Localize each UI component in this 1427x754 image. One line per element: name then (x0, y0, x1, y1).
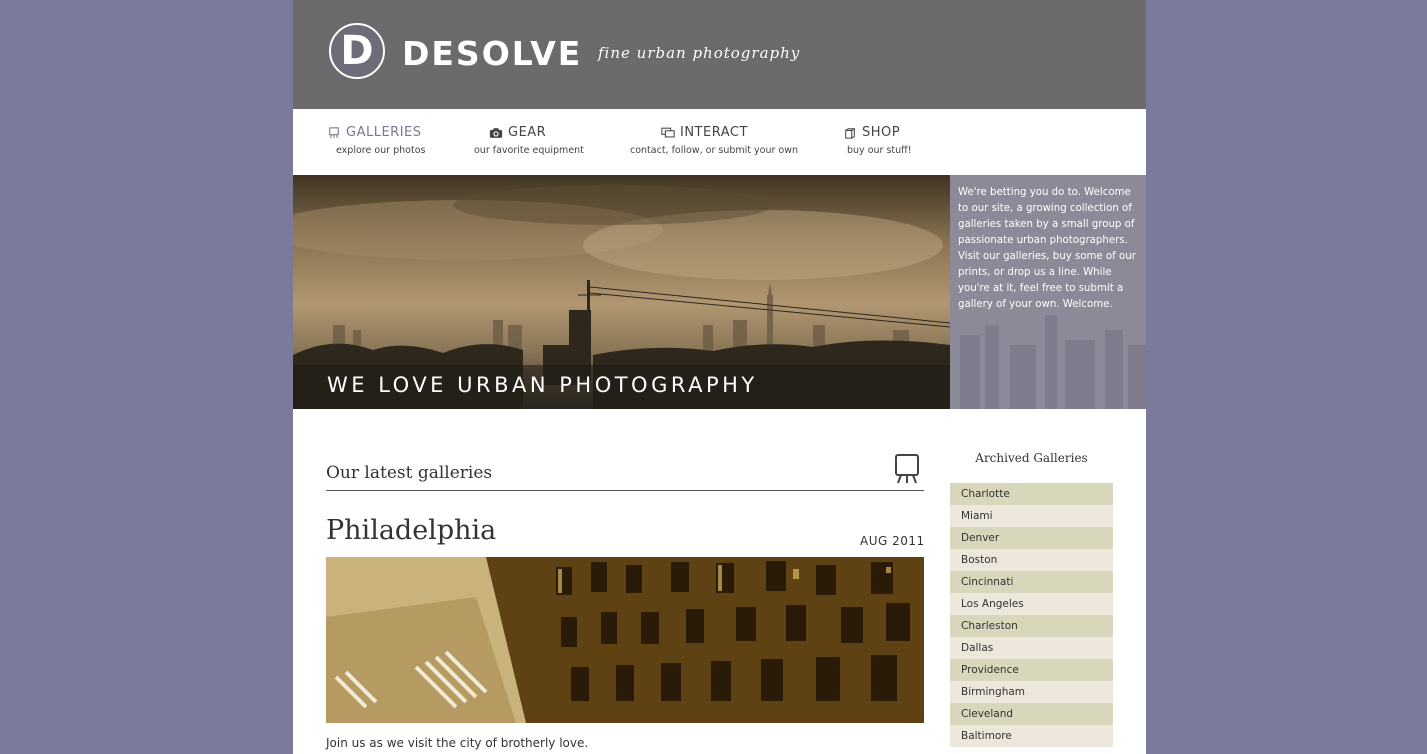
camera-icon (489, 127, 503, 138)
archive-item-miami[interactable]: Miami (950, 505, 1113, 527)
nav-sub-galleries: explore our photos (336, 145, 426, 156)
chat-icon (661, 127, 675, 137)
archive-item-los-angeles[interactable]: Los Angeles (950, 593, 1113, 615)
bag-icon (845, 127, 855, 139)
nav-label-gear: GEAR (508, 125, 547, 140)
logo-letter: D (340, 28, 374, 74)
nav-sub-shop: buy our stuff! (847, 145, 912, 156)
hero-banner: WE LOVE URBAN PHOTOGRAPHY (293, 175, 950, 409)
site-name[interactable]: DESOLVE (402, 34, 582, 74)
archive-item-boston[interactable]: Boston (950, 549, 1113, 571)
site-header: D DESOLVE fine urban photography (293, 0, 1146, 109)
archive-item-baltimore[interactable]: Baltimore (950, 725, 1113, 747)
easel-icon (895, 454, 919, 484)
archive-item-providence[interactable]: Providence (950, 659, 1113, 681)
gallery-photo[interactable] (326, 557, 924, 723)
archive-item-cleveland[interactable]: Cleveland (950, 703, 1113, 725)
nav-item-interact[interactable]: INTERACT contact, follow, or submit your… (630, 125, 798, 156)
latest-galleries-heading: Our latest galleries (326, 463, 493, 483)
archive-item-charlotte[interactable]: Charlotte (950, 483, 1113, 505)
nav-sub-gear: our favorite equipment (474, 145, 584, 156)
main-nav: GALLERIES explore our photos GEAR our fa… (293, 109, 1146, 175)
nav-label-galleries: GALLERIES (346, 125, 422, 140)
nav-item-galleries[interactable]: GALLERIES explore our photos (327, 125, 425, 156)
hero-intro-text: We're betting you do to. Welcome to our … (958, 187, 1136, 310)
archive-item-charleston[interactable]: Charleston (950, 615, 1113, 637)
logo-icon[interactable]: D (329, 23, 385, 79)
nav-item-gear[interactable]: GEAR our favorite equipment (474, 125, 584, 156)
archive-item-birmingham[interactable]: Birmingham (950, 681, 1113, 703)
site-tagline: fine urban photography (598, 44, 801, 62)
hero-title: WE LOVE URBAN PHOTOGRAPHY (327, 373, 758, 397)
archive-heading: Archived Galleries (975, 451, 1088, 465)
nav-item-shop[interactable]: SHOP buy our stuff! (843, 125, 912, 156)
nav-label-interact: INTERACT (680, 125, 748, 140)
nav-label-shop: SHOP (862, 125, 901, 140)
archive-item-cincinnati[interactable]: Cincinnati (950, 571, 1113, 593)
gallery-title[interactable]: Philadelphia (326, 515, 496, 546)
archive-item-denver[interactable]: Denver (950, 527, 1113, 549)
hero-intro-panel: We're betting you do to. Welcome to our … (950, 175, 1146, 409)
nav-sub-interact: contact, follow, or submit your own (630, 145, 799, 156)
easel-icon (329, 126, 339, 138)
archive-item-dallas[interactable]: Dallas (950, 637, 1113, 659)
section-divider (326, 490, 924, 491)
gallery-date: AUG 2011 (860, 534, 925, 548)
gallery-description: Join us as we visit the city of brotherl… (326, 736, 589, 750)
archive-list: Charlotte Miami Denver Boston Cincinnati… (950, 483, 1113, 747)
page-container: D DESOLVE fine urban photography GALLERI… (293, 0, 1146, 754)
philadelphia-photo (326, 557, 924, 723)
